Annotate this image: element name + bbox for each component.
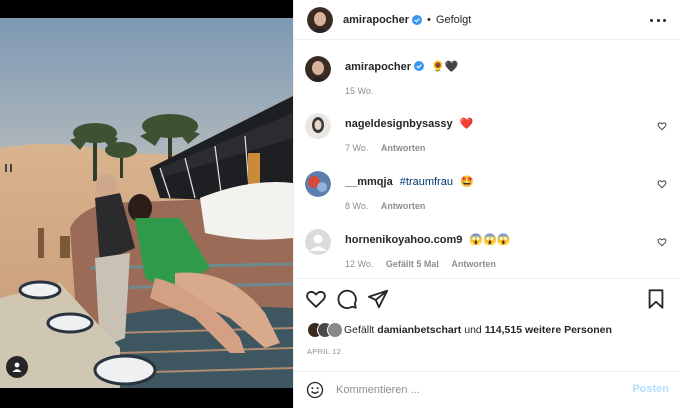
follow-status[interactable]: Gefolgt [436, 14, 471, 26]
comment-time[interactable]: 7 Wo. [345, 143, 368, 153]
comment-username[interactable]: hornenikoyahoo.com9 [345, 234, 462, 246]
bookmark-icon[interactable] [645, 288, 667, 310]
user-tag-icon [12, 362, 22, 372]
post-info-panel: amirapocher • Gefolgt amirapocher 🌻🖤 15 … [293, 0, 680, 408]
reply-button[interactable]: Antworten [381, 143, 426, 153]
author-avatar[interactable] [305, 56, 331, 82]
smiley-icon[interactable] [306, 381, 324, 399]
comment-item: __mmqja #traumfrau 🤩 8 Wo. Antworten [305, 171, 667, 215]
post-photo[interactable] [0, 18, 293, 388]
user-tag-button[interactable] [6, 356, 28, 378]
likes-summary: Gefällt damianbetschart und 114,515 weit… [307, 321, 612, 339]
comment-like-icon[interactable] [657, 179, 667, 189]
comment-meta: 12 Wo. Gefällt 5 Mal Antworten [345, 259, 506, 269]
comment-composer: Posten [294, 371, 680, 408]
comment-emoji: 🤩 [460, 176, 474, 188]
reply-button[interactable]: Antworten [451, 259, 496, 269]
paper-plane-icon[interactable] [367, 288, 389, 310]
post-header: amirapocher • Gefolgt [294, 0, 680, 40]
comment-like-icon[interactable] [657, 121, 667, 131]
comment-username[interactable]: __mmqja [345, 176, 393, 188]
comment-input[interactable] [336, 384, 596, 396]
reply-button[interactable]: Antworten [381, 201, 426, 211]
comment-likes-count[interactable]: Gefällt 5 Mal [386, 259, 439, 269]
comment-text: 😱😱😱 [469, 234, 511, 246]
comment-username[interactable]: nageldesignbysassy [345, 118, 453, 130]
caption-text: 🌻🖤 [431, 61, 459, 73]
likes-count[interactable]: 114,515 weitere Personen [485, 324, 612, 336]
liker-username[interactable]: damianbetschart [377, 324, 461, 336]
commenter-avatar[interactable] [305, 113, 331, 139]
verified-badge-icon [412, 14, 423, 25]
likers-avatars[interactable] [307, 322, 343, 338]
more-options-icon [650, 18, 653, 22]
comment-time[interactable]: 12 Wo. [345, 259, 373, 269]
desert-camp-photo [0, 18, 293, 388]
author-avatar[interactable] [307, 6, 333, 33]
comments-list: amirapocher 🌻🖤 15 Wo. nageldesignbysassy… [294, 42, 680, 278]
comment-text: ❤️ [459, 118, 474, 130]
comment-meta: 7 Wo. Antworten [345, 143, 435, 153]
post-date[interactable]: APRIL 12 [307, 347, 341, 356]
comment-item: hornenikoyahoo.com9 😱😱😱 12 Wo. Gefällt 5… [305, 229, 667, 273]
comment-hashtag[interactable]: #traumfrau [400, 176, 453, 188]
section-divider [294, 278, 680, 279]
author-username[interactable]: amirapocher [343, 14, 409, 26]
likes-connector: und [464, 324, 482, 336]
caption: amirapocher 🌻🖤 15 Wo. [305, 56, 667, 100]
caption-username[interactable]: amirapocher [345, 61, 411, 73]
action-bar [305, 288, 669, 312]
verified-badge-icon [414, 61, 425, 71]
comment-meta: 8 Wo. Antworten [345, 201, 435, 211]
more-options-button[interactable] [650, 12, 666, 28]
comment-bubble-icon[interactable] [336, 288, 358, 310]
caption-meta: 15 Wo. [345, 86, 383, 96]
comment-like-icon[interactable] [657, 237, 667, 247]
likes-prefix: Gefällt [344, 324, 375, 336]
post-comment-button[interactable]: Posten [632, 383, 669, 395]
comment-time[interactable]: 8 Wo. [345, 201, 368, 211]
post-media-panel [0, 0, 293, 408]
header-separator: • [427, 13, 431, 26]
heart-icon[interactable] [305, 288, 327, 310]
caption-time[interactable]: 15 Wo. [345, 86, 373, 96]
comment-item: nageldesignbysassy ❤️ 7 Wo. Antworten [305, 113, 667, 157]
commenter-avatar[interactable] [305, 171, 331, 197]
commenter-avatar[interactable] [305, 229, 331, 255]
